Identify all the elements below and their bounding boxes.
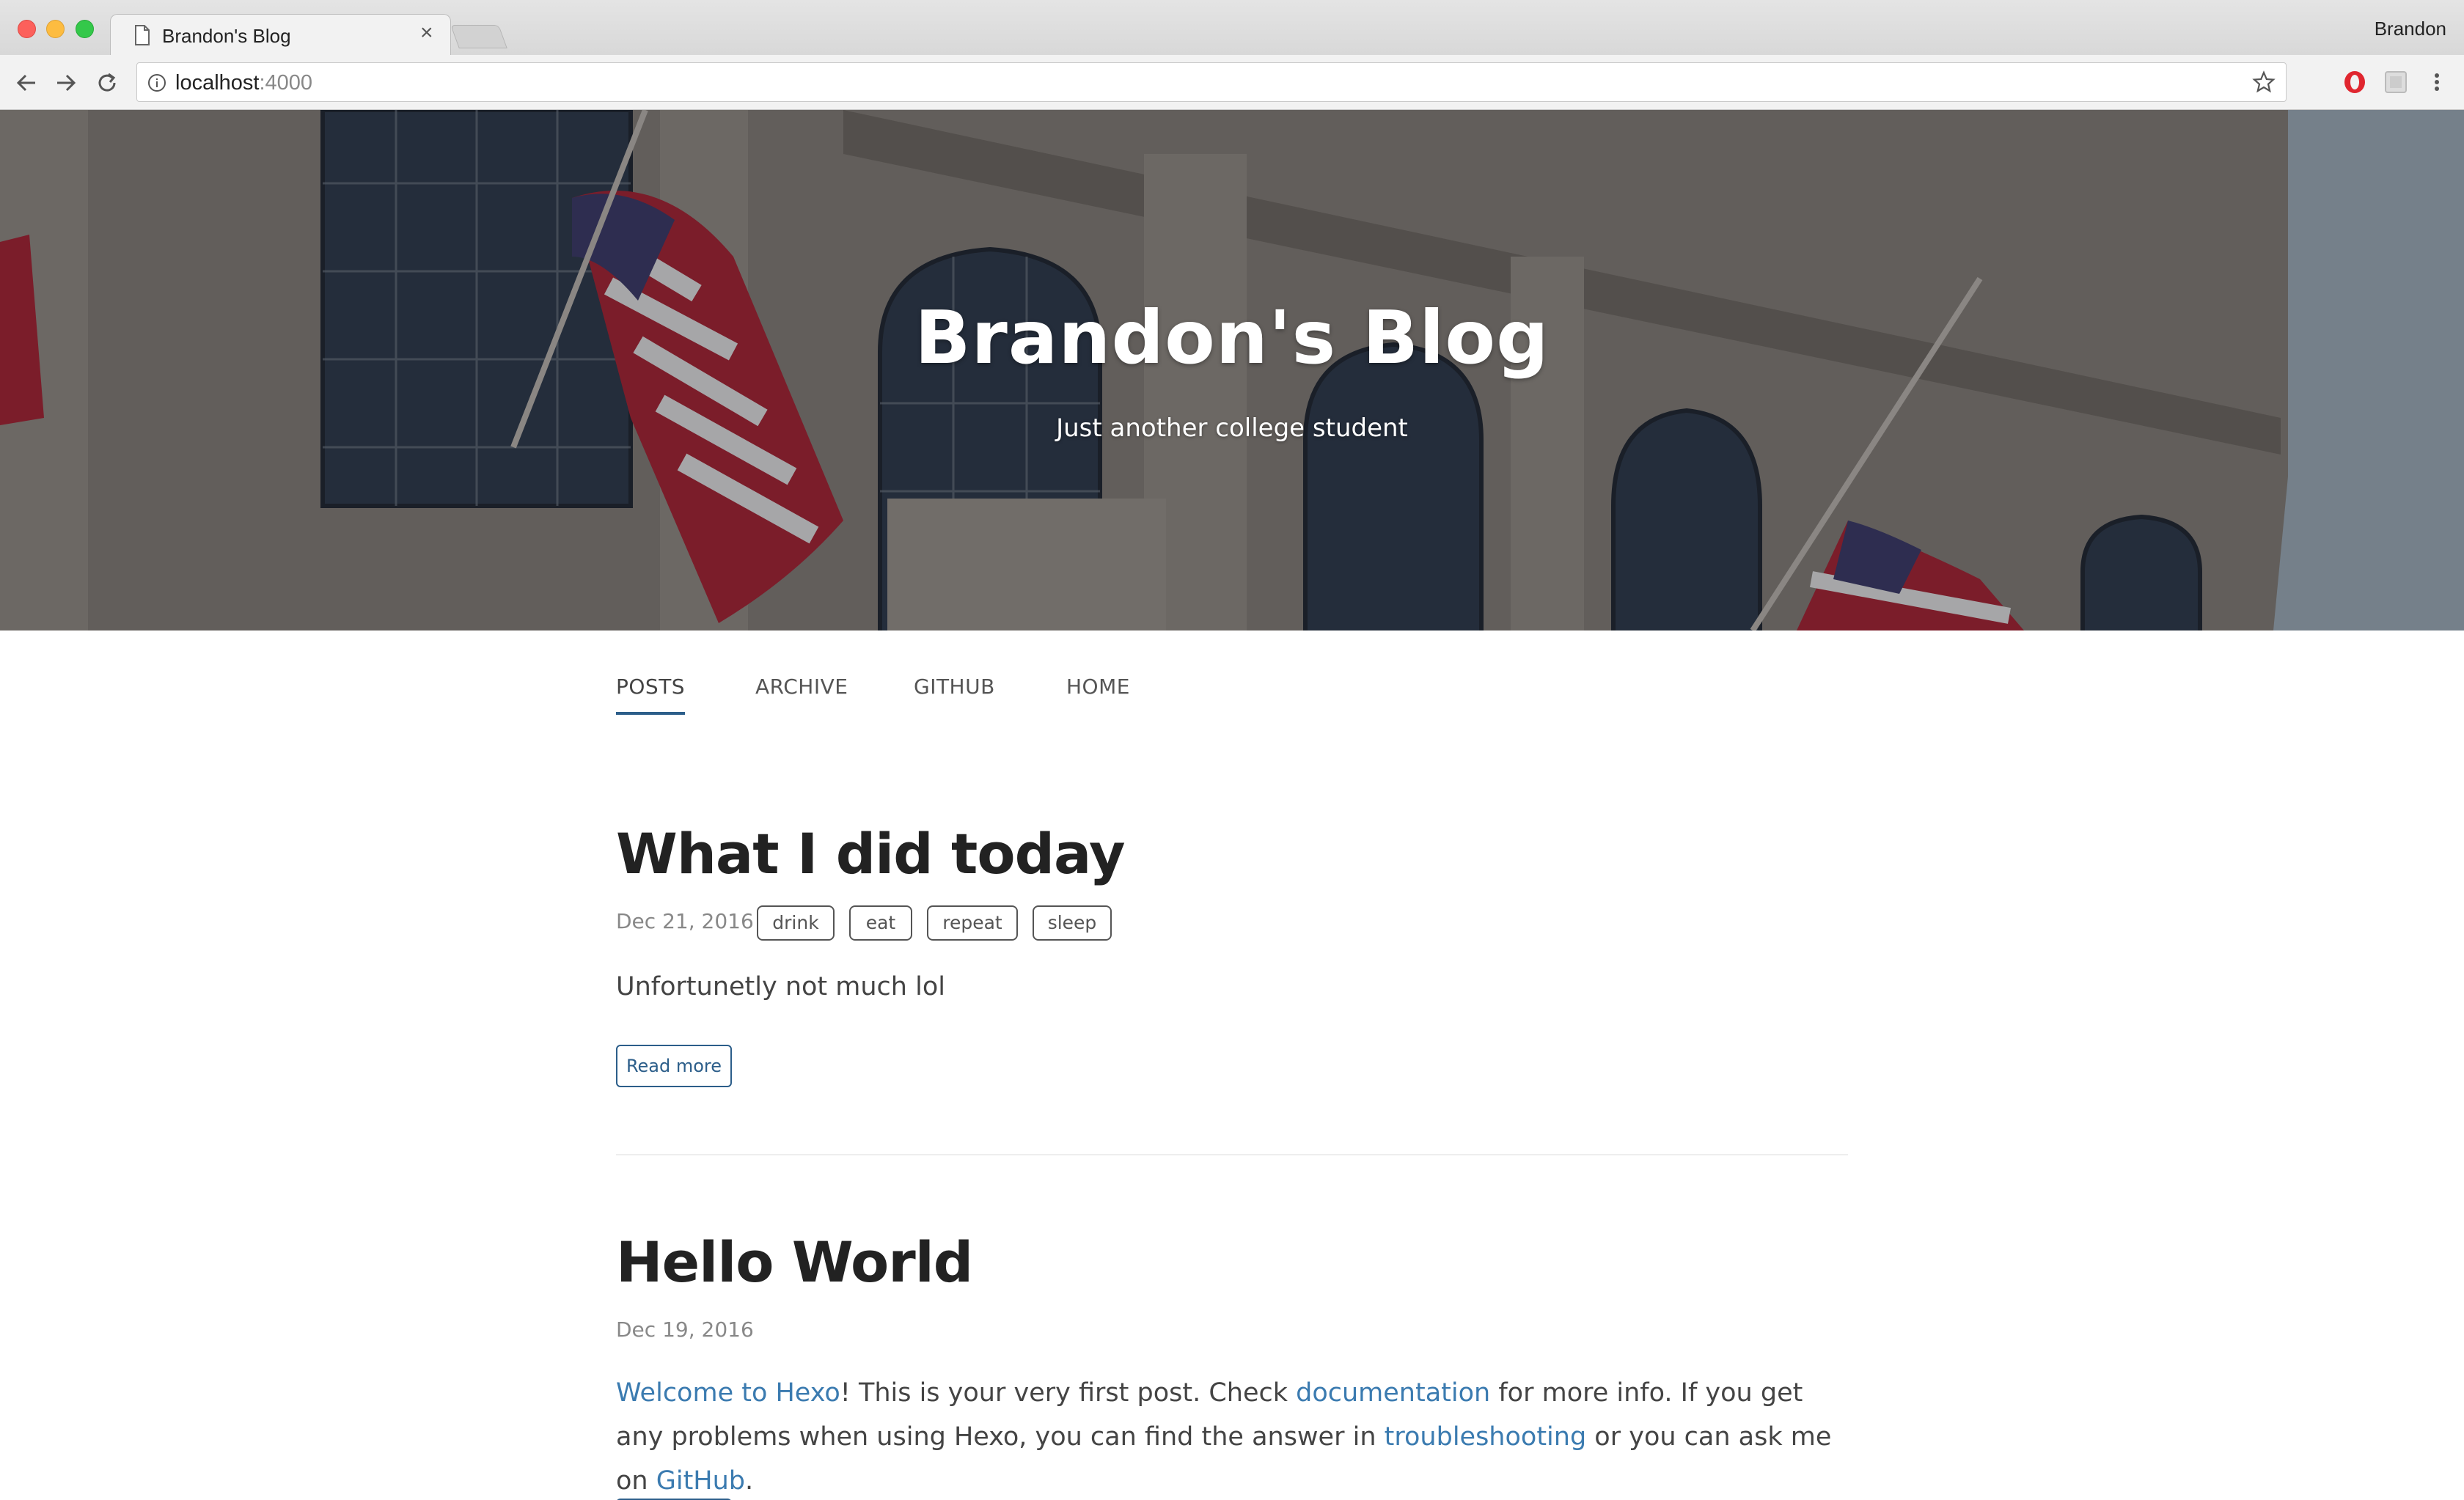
nav-archive[interactable]: ARCHIVE — [755, 674, 848, 712]
tag-eat[interactable]: eat — [849, 905, 912, 941]
info-icon[interactable] — [147, 73, 166, 92]
reload-icon[interactable] — [94, 70, 120, 96]
address-bar[interactable]: localhost:4000 — [136, 62, 2287, 102]
url-host: localhost — [175, 71, 260, 95]
url-port: :4000 — [259, 71, 313, 95]
opera-icon[interactable] — [2342, 70, 2367, 95]
tag-drink[interactable]: drink — [757, 905, 835, 941]
menu-dots-icon[interactable] — [2424, 70, 2449, 95]
nav-github[interactable]: GITHUB — [914, 674, 995, 712]
window-close-button[interactable] — [18, 20, 36, 38]
github-link[interactable]: GitHub — [656, 1466, 745, 1496]
star-icon[interactable] — [2252, 70, 2276, 94]
forward-arrow-icon[interactable] — [53, 70, 79, 96]
excerpt-text: ! This is your very first post. Check — [840, 1378, 1297, 1408]
documentation-link[interactable]: documentation — [1296, 1378, 1490, 1408]
document-icon — [135, 25, 150, 45]
post-title[interactable]: Hello World — [616, 1229, 973, 1295]
profile-name[interactable]: Brandon — [2375, 18, 2446, 40]
extension-icon[interactable] — [2383, 70, 2408, 95]
browser-tab[interactable]: Brandon's Blog × — [110, 14, 451, 55]
post-excerpt: Unfortunetly not much lol — [616, 972, 945, 1001]
post-date: Dec 21, 2016 — [616, 909, 754, 933]
post-date: Dec 19, 2016 — [616, 1317, 754, 1342]
post-divider — [616, 1154, 1848, 1155]
browser-toolbar: localhost:4000 — [0, 55, 2464, 110]
post-excerpt: Welcome to Hexo! This is your very first… — [616, 1371, 1848, 1500]
url-text[interactable]: localhost:4000 — [175, 71, 312, 95]
tab-close-icon[interactable]: × — [420, 21, 433, 45]
nav-posts[interactable]: POSTS — [616, 674, 686, 715]
window-minimize-button[interactable] — [46, 20, 65, 38]
tag-sleep[interactable]: sleep — [1033, 905, 1112, 941]
blog-subtitle: Just another college student — [1056, 413, 1408, 443]
new-tab-button[interactable] — [450, 25, 507, 48]
tab-title: Brandon's Blog — [162, 25, 291, 47]
nav-home[interactable]: HOME — [1066, 674, 1130, 712]
post-title[interactable]: What I did today — [616, 821, 1125, 886]
back-arrow-icon[interactable] — [13, 70, 40, 96]
hexo-link[interactable]: Welcome to Hexo — [616, 1378, 840, 1408]
hero-header: Brandon's Blog Just another college stud… — [0, 110, 2464, 630]
tag-repeat[interactable]: repeat — [927, 905, 1018, 941]
troubleshooting-link[interactable]: troubleshooting — [1385, 1422, 1587, 1452]
read-more-button[interactable]: Read more — [616, 1045, 732, 1087]
blog-title[interactable]: Brandon's Blog — [0, 295, 2464, 380]
window-maximize-button[interactable] — [76, 20, 94, 38]
browser-titlebar: Brandon's Blog × Brandon — [0, 0, 2464, 55]
excerpt-text: . — [745, 1466, 754, 1496]
